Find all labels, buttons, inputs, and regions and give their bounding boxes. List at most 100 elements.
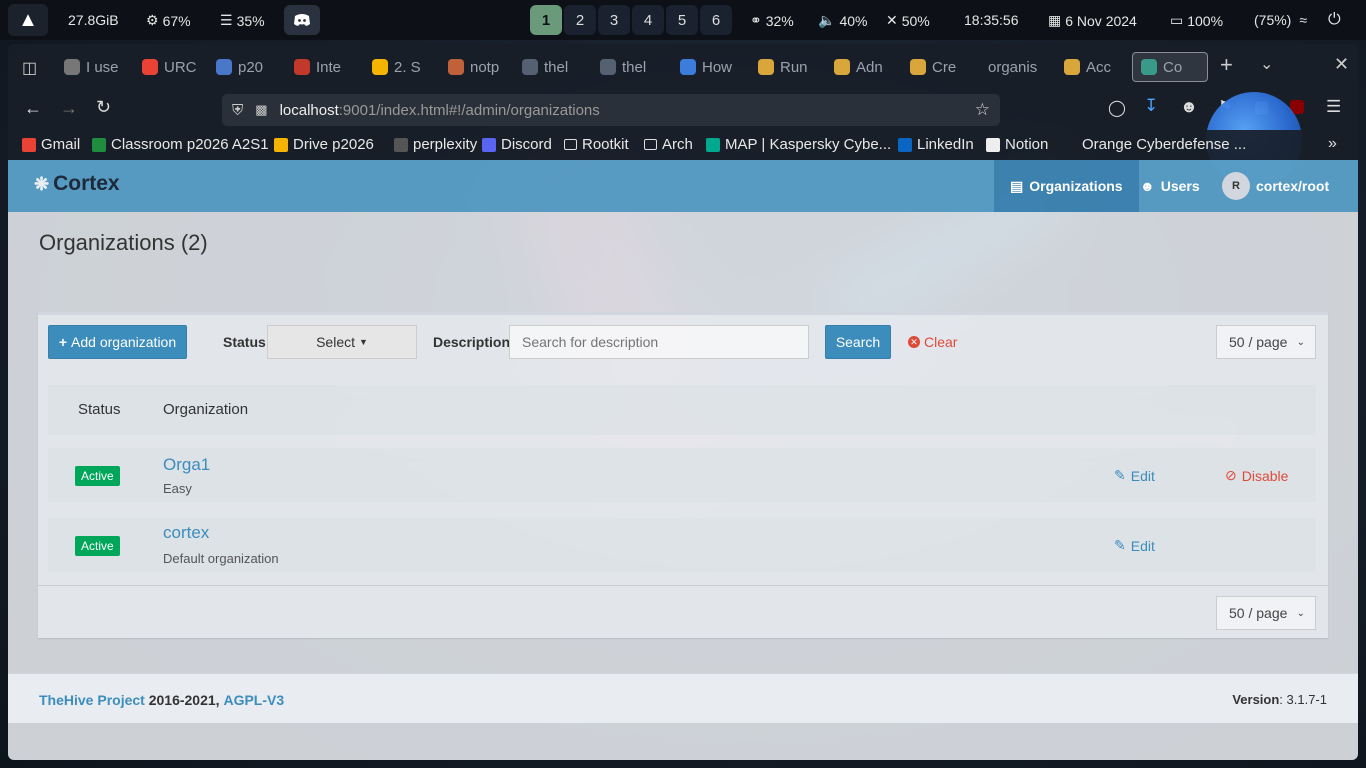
bookmark-label: Drive p2026 xyxy=(293,136,374,153)
organization-description: Default organization xyxy=(163,551,279,566)
volume-readout[interactable]: 🔈 40% xyxy=(818,12,867,29)
header-organization: Organization xyxy=(163,401,249,418)
tab-label: p20 xyxy=(238,58,264,76)
workspace-2[interactable]: 2 xyxy=(564,5,596,35)
bookmarks-overflow-icon[interactable]: » xyxy=(1328,135,1337,153)
browser-tab[interactable]: I use xyxy=(64,52,132,82)
organization-link[interactable]: cortex xyxy=(163,523,209,543)
browser-tab[interactable]: organis xyxy=(988,52,1056,82)
bookmark-label: MAP | Kaspersky Cybe... xyxy=(725,136,892,153)
discord-icon[interactable] xyxy=(284,5,320,35)
workspace-5[interactable]: 5 xyxy=(666,5,698,35)
tab-list-chevron-icon[interactable]: ⌄ xyxy=(1260,54,1273,74)
license-link[interactable]: AGPL-V3 xyxy=(223,692,284,708)
browser-tab[interactable]: notp xyxy=(448,52,516,82)
tab-favicon-icon xyxy=(1064,59,1080,75)
bookmark-item[interactable]: Orange Cyberdefense ... xyxy=(1082,136,1246,153)
page-size-value: 50 / page xyxy=(1229,605,1288,621)
search-button[interactable]: Search xyxy=(825,325,891,359)
menu-icon[interactable]: ☰ xyxy=(1326,97,1341,117)
browser-tab[interactable]: How xyxy=(680,52,748,82)
status-select[interactable]: Select ▼ xyxy=(267,325,417,359)
pencil-icon: ✎ xyxy=(1114,537,1126,553)
reload-icon[interactable]: ↻ xyxy=(96,97,111,118)
bookmark-item[interactable]: Classroom p2026 A2S1 xyxy=(92,136,269,153)
tab-favicon-icon xyxy=(372,59,388,75)
bookmark-item[interactable]: Rootkit xyxy=(564,136,629,153)
bookmark-label: LinkedIn xyxy=(917,136,974,153)
browser-tab[interactable]: thel xyxy=(600,52,668,82)
folder-icon xyxy=(644,139,657,150)
browser-tab[interactable]: Co xyxy=(1132,52,1208,82)
tab-overview-icon[interactable]: ◫ xyxy=(22,58,37,78)
workspace-3[interactable]: 3 xyxy=(598,5,630,35)
tab-label: 2. S xyxy=(394,58,421,76)
version-info: Version: 3.1.7-1 xyxy=(1232,692,1327,707)
browser-tab[interactable]: Inte xyxy=(294,52,362,82)
thehive-project-link[interactable]: TheHive Project xyxy=(39,692,145,708)
nav-organizations[interactable]: ▤ Organizations xyxy=(994,160,1139,212)
organization-link[interactable]: Orga1 xyxy=(163,455,210,475)
add-organization-button[interactable]: + Add organization xyxy=(48,325,187,359)
tab-label: thel xyxy=(544,58,569,76)
bookmark-item[interactable]: Drive p2026 xyxy=(274,136,374,153)
url-bar[interactable]: ⛨ ▩ localhost:9001/index.html#!/admin/or… xyxy=(222,94,1000,126)
workspace-6[interactable]: 6 xyxy=(700,5,732,35)
browser-tab[interactable]: p20 xyxy=(216,52,284,82)
bookmark-item[interactable]: Notion xyxy=(986,136,1048,153)
user-menu[interactable]: R cortex/root xyxy=(1206,160,1345,212)
browser-tab[interactable]: 2. S xyxy=(372,52,440,82)
workspace-4[interactable]: 4 xyxy=(632,5,664,35)
mic-muted-icon: ✕ xyxy=(886,12,898,28)
organizations-box: + Add organization Status Select ▼ Descr… xyxy=(38,312,1328,638)
window-close-icon[interactable]: ✕ xyxy=(1334,54,1349,75)
bookmark-item[interactable]: Gmail xyxy=(22,136,80,153)
disable-button[interactable]: ⊘ Disable xyxy=(1225,467,1288,484)
edit-button[interactable]: ✎ Edit xyxy=(1114,537,1155,554)
cortex-logo[interactable]: ❋ Cortex xyxy=(34,172,120,196)
bookmark-item[interactable]: MAP | Kaspersky Cybe... xyxy=(706,136,891,153)
pocket-icon[interactable]: ◯ xyxy=(1108,98,1126,118)
browser-tab[interactable]: Acc xyxy=(1064,52,1132,82)
arch-logo-icon[interactable]: ▲ xyxy=(8,4,48,36)
bookmark-item[interactable]: perplexity xyxy=(394,136,477,153)
bookmark-item[interactable]: Arch xyxy=(644,136,693,153)
bookmark-item[interactable]: LinkedIn xyxy=(898,136,974,153)
bookmark-item[interactable]: Discord xyxy=(482,136,552,153)
cpu-icon: ⚙ xyxy=(146,12,159,28)
new-tab-icon[interactable]: + xyxy=(1220,52,1233,78)
nav-users[interactable]: ☻ Users xyxy=(1124,160,1216,212)
power-icon[interactable]: ⏻ xyxy=(1328,11,1341,29)
download-icon[interactable]: ↧ xyxy=(1144,96,1158,116)
browser-tab[interactable]: thel xyxy=(522,52,590,82)
divider xyxy=(38,585,1328,586)
description-search-input[interactable] xyxy=(509,325,809,359)
edit-button[interactable]: ✎ Edit xyxy=(1114,467,1155,484)
workspace-1[interactable]: 1 xyxy=(530,5,562,35)
version-value: : 3.1.7-1 xyxy=(1279,692,1327,707)
page-size-value: 50 / page xyxy=(1229,334,1288,350)
bookmark-star-icon[interactable]: ☆ xyxy=(975,100,990,120)
bookmark-label: Classroom p2026 A2S1 xyxy=(111,136,269,153)
tab-label: Adn xyxy=(856,58,883,76)
page-title: Organizations (2) xyxy=(39,230,208,255)
page-size-select-top[interactable]: 50 / page ⌄ xyxy=(1216,325,1316,359)
folder-icon xyxy=(564,139,577,150)
bookmark-label: Arch xyxy=(662,136,693,153)
tab-label: thel xyxy=(622,58,647,76)
calendar-icon: ▦ xyxy=(1048,12,1062,28)
browser-tab[interactable]: Adn xyxy=(834,52,902,82)
browser-tab[interactable]: Run xyxy=(758,52,826,82)
battery-icon: ▭ xyxy=(1170,12,1184,28)
footer-credits: TheHive Project 2016-2021, AGPL-V3 xyxy=(39,692,284,708)
tab-label: URC xyxy=(164,58,197,76)
forward-icon[interactable]: → xyxy=(60,98,78,119)
browser-tab[interactable]: URC xyxy=(142,52,210,82)
browser-tab[interactable]: Cre xyxy=(910,52,978,82)
account-icon[interactable]: ☻ xyxy=(1180,97,1198,117)
mic-readout[interactable]: ✕ 50% xyxy=(886,12,930,29)
page-size-select-bottom[interactable]: 50 / page ⌄ xyxy=(1216,596,1316,630)
clear-button[interactable]: ✕ Clear xyxy=(908,334,957,350)
chevron-down-icon: ⌄ xyxy=(1296,336,1305,348)
back-icon[interactable]: ← xyxy=(24,98,42,119)
